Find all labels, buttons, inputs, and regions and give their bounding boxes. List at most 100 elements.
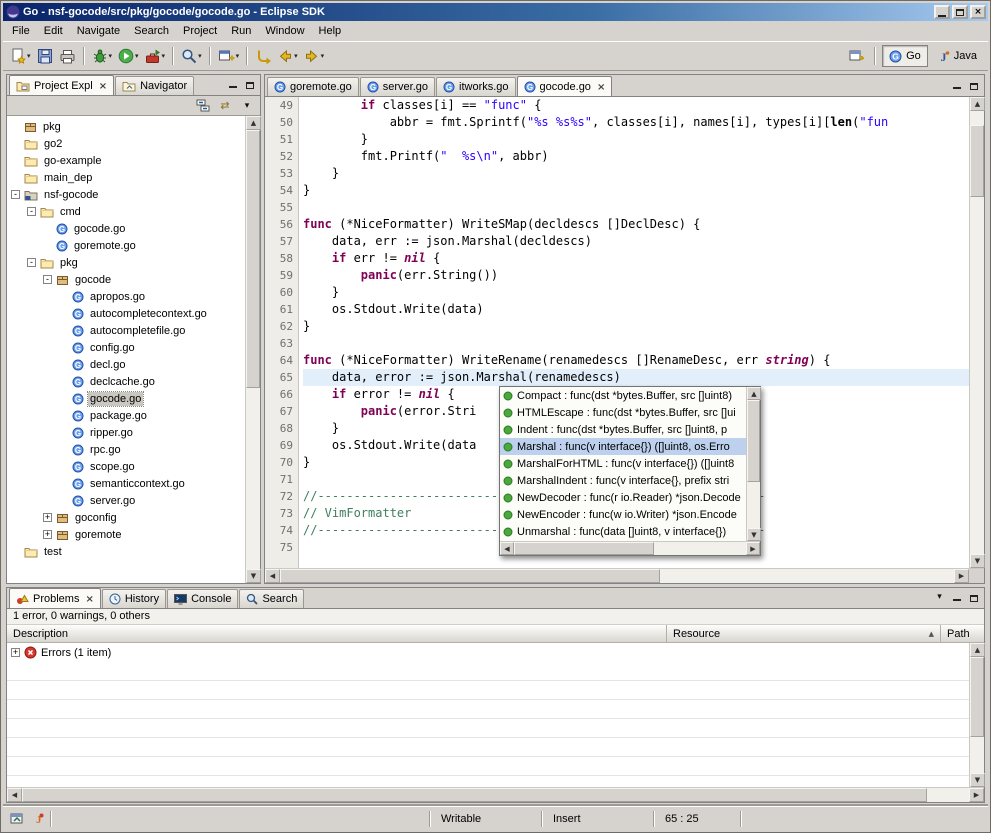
scroll-down-icon[interactable]: ▼ bbox=[970, 554, 985, 568]
dropdown-caret-icon[interactable]: ▾ bbox=[321, 52, 325, 60]
tree-item[interactable]: +goremote bbox=[7, 526, 245, 543]
menu-window[interactable]: Window bbox=[258, 22, 311, 40]
menu-help[interactable]: Help bbox=[312, 22, 349, 40]
autocomplete-item[interactable]: MarshalForHTML : func(v interface{}) ([]… bbox=[500, 455, 746, 472]
java-status-button[interactable]: J bbox=[27, 810, 47, 828]
code-line[interactable]: if err != nil { bbox=[303, 250, 969, 267]
tree-item[interactable]: Gconfig.go bbox=[7, 339, 245, 356]
code-line[interactable]: if classes[i] == "func" { bbox=[303, 97, 969, 114]
external-tools-button[interactable]: ▾ bbox=[142, 45, 169, 67]
editor-scrollbar[interactable]: ▲ ▼ bbox=[969, 97, 984, 568]
scroll-down-icon[interactable]: ▼ bbox=[970, 773, 985, 787]
dropdown-caret-icon[interactable]: ▾ bbox=[198, 52, 202, 60]
code-line[interactable]: } bbox=[303, 131, 969, 148]
code-line[interactable]: } bbox=[303, 165, 969, 182]
back-button[interactable]: ▾ bbox=[274, 45, 301, 67]
forward-button[interactable]: ▾ bbox=[301, 45, 328, 67]
code-line[interactable]: } bbox=[303, 284, 969, 301]
view-tab-problems[interactable]: Problems× bbox=[9, 588, 101, 608]
dropdown-caret-icon[interactable]: ▾ bbox=[236, 52, 240, 60]
scroll-thumb[interactable] bbox=[970, 657, 984, 737]
last-edit-location-button[interactable] bbox=[252, 45, 274, 67]
scroll-track[interactable] bbox=[747, 400, 760, 528]
tree-item[interactable]: Gsemanticcontext.go bbox=[7, 475, 245, 492]
tree-item[interactable]: Gapropos.go bbox=[7, 288, 245, 305]
collapse-toggle[interactable]: - bbox=[43, 275, 52, 284]
problems-hscrollbar[interactable]: ◀ ▶ bbox=[7, 787, 984, 802]
run-button[interactable]: ▾ bbox=[115, 45, 142, 67]
code-line[interactable] bbox=[303, 335, 969, 352]
collapse-toggle[interactable]: - bbox=[27, 258, 36, 267]
dropdown-caret-icon[interactable]: ▾ bbox=[27, 52, 31, 60]
menu-project[interactable]: Project bbox=[176, 22, 224, 40]
code-line[interactable]: } bbox=[303, 182, 969, 199]
code-line[interactable]: fmt.Printf(" %s\n", abbr) bbox=[303, 148, 969, 165]
dropdown-caret-icon[interactable]: ▾ bbox=[109, 52, 113, 60]
autocomplete-item[interactable]: NewEncoder : func(w io.Writer) *json.Enc… bbox=[500, 506, 746, 523]
problems-row[interactable]: +Errors (1 item) bbox=[7, 643, 969, 662]
code-line[interactable]: func (*NiceFormatter) WriteSMap(decldesc… bbox=[303, 216, 969, 233]
code-line[interactable]: data, err := json.Marshal(decldescs) bbox=[303, 233, 969, 250]
tree-item[interactable]: Gscope.go bbox=[7, 458, 245, 475]
view-menu-button[interactable]: ▾ bbox=[932, 592, 947, 606]
tree-item[interactable]: Gpackage.go bbox=[7, 407, 245, 424]
tree-item[interactable]: Gdecl.go bbox=[7, 356, 245, 373]
save-button[interactable] bbox=[34, 45, 56, 67]
editor-tab-itworks-go[interactable]: Gitworks.go bbox=[436, 77, 516, 96]
code-line[interactable]: panic(err.String()) bbox=[303, 267, 969, 284]
maximize-window-button[interactable] bbox=[952, 5, 968, 19]
autocomplete-item[interactable]: HTMLEscape : func(dst *bytes.Buffer, src… bbox=[500, 404, 746, 421]
minimize-view-button[interactable] bbox=[225, 79, 240, 93]
tree-item[interactable]: Ggoremote.go bbox=[7, 237, 245, 254]
tree-item[interactable]: +goconfig bbox=[7, 509, 245, 526]
code-line[interactable]: func (*NiceFormatter) WriteRename(rename… bbox=[303, 352, 969, 369]
scroll-up-icon[interactable]: ▲ bbox=[970, 643, 985, 657]
column-header-resource[interactable]: Resource▲ bbox=[667, 625, 941, 642]
menu-file[interactable]: File bbox=[5, 22, 37, 40]
dropdown-caret-icon[interactable]: ▾ bbox=[294, 52, 298, 60]
new-wizard-button[interactable]: ▾ bbox=[7, 45, 34, 67]
view-tab-search[interactable]: Search bbox=[239, 589, 304, 608]
tree-item[interactable]: -gocode bbox=[7, 271, 245, 288]
maximize-view-button[interactable] bbox=[242, 79, 257, 93]
perspective-java[interactable]: JJava bbox=[930, 45, 984, 67]
scroll-up-icon[interactable]: ▲ bbox=[246, 116, 261, 130]
scroll-up-icon[interactable]: ▲ bbox=[747, 387, 761, 400]
debug-button[interactable]: ▾ bbox=[89, 45, 116, 67]
scroll-thumb[interactable] bbox=[747, 400, 760, 482]
titlebar[interactable]: Go - nsf-gocode/src/pkg/gocode/gocode.go… bbox=[3, 3, 988, 21]
minimize-view-button[interactable] bbox=[949, 592, 964, 606]
code-area[interactable]: if classes[i] == "func" { abbr = fmt.Spr… bbox=[299, 97, 969, 568]
problems-scrollbar[interactable]: ▲ ▼ bbox=[969, 643, 984, 787]
tree-item[interactable]: Grpc.go bbox=[7, 441, 245, 458]
code-line[interactable]: data, error := json.Marshal(renamedescs) bbox=[303, 369, 969, 386]
maximize-editor-button[interactable] bbox=[966, 80, 981, 94]
autocomplete-item[interactable]: Compact : func(dst *bytes.Buffer, src []… bbox=[500, 387, 746, 404]
tree-item[interactable]: pkg bbox=[7, 118, 245, 135]
tree-item[interactable]: go2 bbox=[7, 135, 245, 152]
scroll-right-icon[interactable]: ▶ bbox=[969, 788, 984, 802]
code-line[interactable] bbox=[303, 199, 969, 216]
new-project-button[interactable]: ▾ bbox=[215, 45, 243, 67]
scroll-down-icon[interactable]: ▼ bbox=[747, 528, 761, 541]
scroll-right-icon[interactable]: ▶ bbox=[954, 569, 969, 583]
tree-item[interactable]: Gripper.go bbox=[7, 424, 245, 441]
link-with-editor-button[interactable]: ⇄ bbox=[216, 97, 234, 115]
view-tab-history[interactable]: History bbox=[102, 589, 166, 608]
scroll-left-icon[interactable]: ◀ bbox=[7, 788, 22, 802]
scroll-right-icon[interactable]: ▶ bbox=[746, 542, 760, 555]
menu-edit[interactable]: Edit bbox=[37, 22, 70, 40]
code-line[interactable]: } bbox=[303, 318, 969, 335]
view-tab-project-expl[interactable]: Project Expl× bbox=[9, 75, 114, 95]
autocomplete-scrollbar[interactable]: ▲ ▼ bbox=[746, 387, 760, 541]
scroll-track[interactable] bbox=[514, 542, 746, 555]
scroll-up-icon[interactable]: ▲ bbox=[970, 97, 985, 111]
collapse-toggle[interactable]: - bbox=[11, 190, 20, 199]
editor-tab-server-go[interactable]: Gserver.go bbox=[360, 77, 435, 96]
search-button[interactable]: ▾ bbox=[178, 45, 205, 67]
scroll-left-icon[interactable]: ◀ bbox=[265, 569, 280, 583]
menu-navigate[interactable]: Navigate bbox=[70, 22, 127, 40]
scroll-thumb[interactable] bbox=[22, 788, 927, 802]
expand-toggle[interactable]: + bbox=[43, 530, 52, 539]
tree-item[interactable]: go-example bbox=[7, 152, 245, 169]
